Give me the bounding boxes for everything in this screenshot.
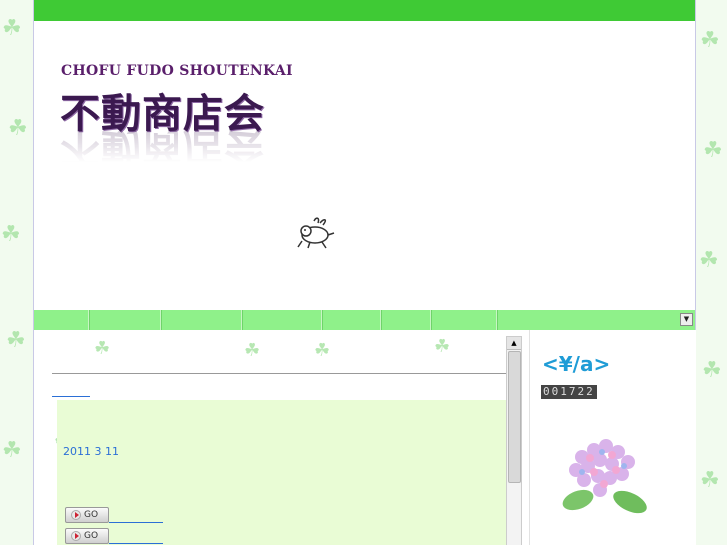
- content-scrollbar[interactable]: ▲: [506, 336, 522, 545]
- page-frame: CHOFU FUDO SHOUTENKAI 不動商店会 不動商店会 ▼ ☘ ☘ …: [33, 0, 696, 545]
- scrollbar-thumb[interactable]: [508, 351, 521, 483]
- rabbit-icon: [297, 217, 335, 249]
- go-button-label: GO: [84, 531, 99, 541]
- clover-icon: ☘: [700, 28, 720, 53]
- go-link[interactable]: [109, 522, 163, 523]
- post-link[interactable]: [52, 388, 90, 397]
- clover-icon: ☘: [314, 340, 331, 361]
- play-icon: [71, 510, 81, 520]
- scroll-up-icon[interactable]: ▲: [507, 337, 521, 350]
- post-body: 2011 3 11 GO GO: [57, 400, 507, 545]
- clover-icon: ☘: [2, 438, 22, 463]
- main-content: ☘ ☘ ☘ ☘ ☘ 2011 3 11 GO GO ▲: [34, 330, 529, 545]
- top-bar: [34, 0, 695, 21]
- clover-icon: ☘: [700, 468, 720, 493]
- access-counter: 001722: [541, 385, 597, 399]
- clover-icon: ☘: [703, 138, 723, 163]
- main-nav: ▼: [34, 310, 695, 330]
- divider: [52, 373, 506, 374]
- go-button-label: GO: [84, 510, 99, 520]
- go-button[interactable]: GO: [65, 528, 109, 544]
- site-header: CHOFU FUDO SHOUTENKAI 不動商店会 不動商店会: [34, 21, 695, 310]
- go-link[interactable]: [109, 543, 163, 544]
- clover-icon: ☘: [8, 116, 28, 141]
- post-date: 2011 3 11: [63, 445, 119, 458]
- nav-item-2[interactable]: [90, 310, 161, 330]
- sidebar-title: <¥/a>: [542, 352, 611, 376]
- nav-item-3[interactable]: [162, 310, 242, 330]
- hydrangea-image: [562, 439, 647, 514]
- logo-reflection: 不動商店会: [60, 124, 265, 170]
- nav-item-5[interactable]: [323, 310, 381, 330]
- nav-item-6[interactable]: [382, 310, 431, 330]
- play-icon: [71, 531, 81, 541]
- go-button[interactable]: GO: [65, 507, 109, 523]
- nav-item-4[interactable]: [243, 310, 322, 330]
- chevron-down-icon[interactable]: ▼: [680, 313, 693, 326]
- nav-item-7[interactable]: [432, 310, 497, 330]
- clover-icon: ☘: [6, 328, 26, 353]
- clover-icon: ☘: [244, 340, 261, 361]
- clover-icon: ☘: [2, 16, 22, 41]
- clover-icon: ☘: [434, 336, 451, 357]
- nav-item-1[interactable]: [34, 310, 89, 330]
- clover-icon: ☘: [94, 338, 111, 359]
- clover-icon: ☘: [699, 248, 719, 273]
- clover-icon: ☘: [702, 358, 722, 383]
- logo-english[interactable]: CHOFU FUDO SHOUTENKAI: [61, 63, 293, 79]
- clover-icon: ☘: [1, 222, 21, 247]
- sidebar: <¥/a> 001722: [529, 330, 696, 545]
